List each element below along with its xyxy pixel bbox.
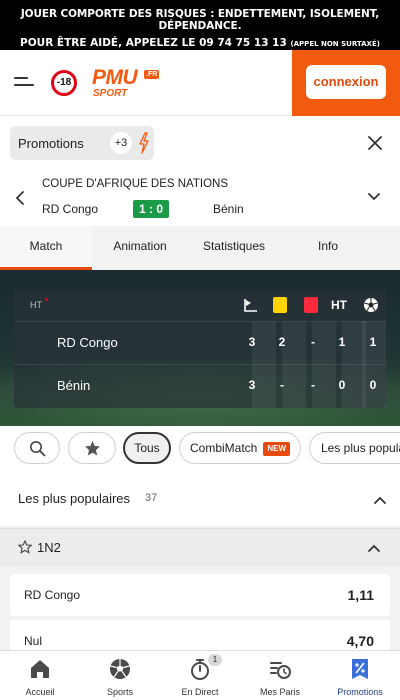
nav-sports[interactable]: Sports xyxy=(80,651,160,700)
half-time-column-label: HT xyxy=(331,298,347,312)
logo-sport-text: SPORT xyxy=(93,88,128,99)
bet-filter-bar: Tous CombiMatch NEW Les plus populaires xyxy=(0,432,400,468)
nav-en-direct[interactable]: 1 En Direct xyxy=(160,651,240,700)
tab-statistiques[interactable]: Statistiques xyxy=(188,226,280,270)
scoreboard: HT HT RD Congo 3 2 - 1 1 Bénin 3 - - 0 0 xyxy=(14,289,386,408)
nav-label: Sports xyxy=(106,687,133,697)
popular-section-header[interactable]: Les plus populaires 37 xyxy=(0,478,400,526)
filter-combimatch[interactable]: CombiMatch NEW xyxy=(179,432,301,464)
chevron-left-icon[interactable] xyxy=(14,190,26,206)
scoreboard-team-name: Bénin xyxy=(57,378,91,393)
popular-section-title: Les plus populaires xyxy=(18,491,131,506)
nav-label: Mes Paris xyxy=(259,687,300,697)
tab-match[interactable]: Match xyxy=(0,226,92,270)
half-time-score: 0 xyxy=(338,378,346,392)
odds-value: 1,11 xyxy=(347,587,374,603)
away-team-name: Bénin xyxy=(213,202,244,216)
market-title: 1N2 xyxy=(37,540,61,555)
logo-pmu-text: PMU xyxy=(92,66,138,89)
home-team-name: RD Congo xyxy=(42,202,99,216)
red-cards-value: - xyxy=(311,378,315,392)
scoreboard-header: HT HT xyxy=(14,289,386,321)
warning-line-1: JOUER COMPORTE DES RISQUES : ENDETTEMENT… xyxy=(20,8,380,32)
warning-line-2: POUR ÊTRE AIDÉ, APPELEZ LE 09 74 75 13 1… xyxy=(0,37,400,49)
filter-most-popular[interactable]: Les plus populaires xyxy=(309,432,400,464)
scoreboard-row-away: Bénin 3 - - 0 0 xyxy=(14,364,386,406)
nav-label: Promotions xyxy=(337,687,383,697)
bottom-navigation: Accueil Sports 1 En Direct Mes Paris Pro… xyxy=(0,650,400,700)
live-count-badge: 1 xyxy=(208,654,222,666)
star-icon xyxy=(85,441,100,456)
nav-label: Accueil xyxy=(25,687,55,697)
match-tabs: Match Animation Statistiques Info xyxy=(0,226,400,270)
lightning-icon xyxy=(139,132,149,154)
home-icon xyxy=(31,660,49,678)
filter-combimatch-label: CombiMatch xyxy=(189,441,258,455)
yellow-card-icon xyxy=(273,297,287,313)
scoreboard-team-name: RD Congo xyxy=(57,335,118,350)
chevron-down-icon[interactable] xyxy=(367,190,381,204)
match-header: COUPE D'AFRIQUE DES NATIONS RD Congo 1 :… xyxy=(0,170,400,224)
yellow-cards-value: - xyxy=(280,378,284,392)
goals-value: 0 xyxy=(369,378,377,392)
nav-label: En Direct xyxy=(181,687,219,697)
top-header: -18 PMU .FR SPORT connexion xyxy=(0,50,400,116)
promotions-label: Promotions xyxy=(18,136,84,151)
odds-button-home[interactable]: RD Congo 1,11 xyxy=(10,574,390,616)
star-outline-icon[interactable] xyxy=(18,540,32,554)
search-button[interactable] xyxy=(14,432,60,464)
history-icon xyxy=(270,662,291,679)
tab-info[interactable]: Info xyxy=(280,226,376,270)
gambling-warning-banner: JOUER COMPORTE DES RISQUES : ENDETTEMENT… xyxy=(0,0,400,50)
menu-icon[interactable] xyxy=(14,77,34,91)
logo-fr-text: .FR xyxy=(144,70,160,79)
chevron-up-icon xyxy=(368,544,380,552)
competition-name: COUPE D'AFRIQUE DES NATIONS xyxy=(42,178,229,190)
football-icon xyxy=(110,659,130,679)
promo-tag-icon xyxy=(352,659,368,679)
promotions-count: +3 xyxy=(110,132,132,154)
half-time-score: 1 xyxy=(338,335,346,349)
search-icon xyxy=(30,441,46,457)
ball-icon xyxy=(364,298,378,312)
close-icon[interactable] xyxy=(366,134,384,152)
corners-value: 3 xyxy=(248,378,256,392)
live-score-badge: 1 : 0 xyxy=(133,200,169,218)
login-area: connexion xyxy=(292,50,400,116)
nav-accueil[interactable]: Accueil xyxy=(0,651,80,700)
warning-helpline-note: (APPEL NON SURTAXÉ) xyxy=(290,40,380,48)
corner-flag-icon xyxy=(244,299,257,312)
new-badge: NEW xyxy=(263,442,291,456)
market-header-1n2[interactable]: 1N2 xyxy=(0,528,400,566)
favorites-filter-button[interactable] xyxy=(68,432,116,464)
filter-all[interactable]: Tous xyxy=(123,432,171,464)
tab-animation[interactable]: Animation xyxy=(92,226,188,270)
odds-outcome-name: RD Congo xyxy=(24,588,81,602)
nav-promotions[interactable]: Promotions xyxy=(320,651,400,700)
promotions-pill[interactable]: Promotions +3 xyxy=(10,126,154,160)
chevron-up-icon xyxy=(374,496,386,504)
age-restriction-icon: -18 xyxy=(51,70,77,96)
login-button[interactable]: connexion xyxy=(306,65,386,99)
warning-helpline: POUR ÊTRE AIDÉ, APPELEZ LE 09 74 75 13 1… xyxy=(20,37,287,49)
popular-section-count: 37 xyxy=(145,492,158,504)
nav-mes-paris[interactable]: Mes Paris xyxy=(240,651,320,700)
yellow-cards-value: 2 xyxy=(278,335,286,349)
match-period: HT xyxy=(30,298,48,310)
red-cards-value: - xyxy=(311,335,315,349)
goals-value: 1 xyxy=(369,335,377,349)
pmu-sport-logo[interactable]: PMU .FR SPORT xyxy=(92,66,172,100)
app-root: JOUER COMPORTE DES RISQUES : ENDETTEMENT… xyxy=(0,0,400,700)
odds-value: 4,70 xyxy=(346,633,374,649)
scoreboard-row-home: RD Congo 3 2 - 1 1 xyxy=(14,321,386,363)
corners-value: 3 xyxy=(248,335,256,349)
odds-outcome-name: Nul xyxy=(24,634,43,648)
red-card-icon xyxy=(304,297,318,313)
